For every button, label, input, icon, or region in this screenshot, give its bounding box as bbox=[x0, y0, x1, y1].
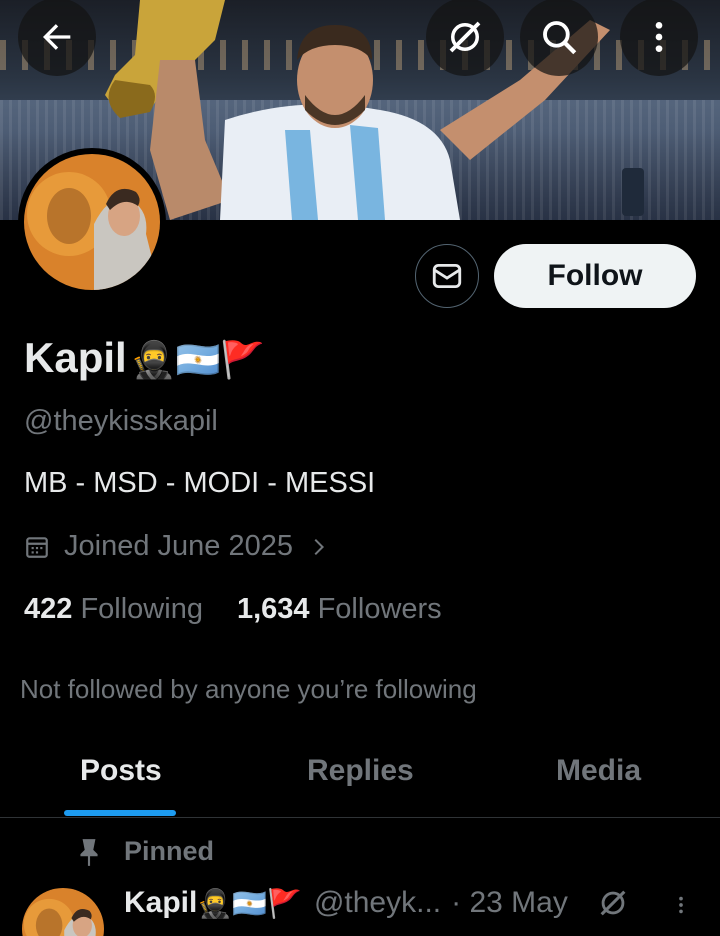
more-vertical-icon bbox=[655, 22, 663, 52]
profile-name-text: Kapil bbox=[24, 334, 127, 381]
post-author-handle[interactable]: @theyk... bbox=[314, 886, 441, 920]
follow-button[interactable]: Follow bbox=[494, 244, 696, 308]
profile-handle: @theykisskapil bbox=[24, 405, 218, 437]
more-vertical-icon bbox=[679, 896, 683, 914]
message-button[interactable] bbox=[415, 244, 479, 308]
post-date[interactable]: · 23 May bbox=[451, 886, 568, 920]
avatar-image bbox=[24, 154, 160, 290]
envelope-icon bbox=[432, 263, 462, 289]
pinned-label: Pinned bbox=[124, 836, 215, 866]
back-button[interactable] bbox=[18, 0, 96, 76]
profile-bio: MB - MSD - MODI - MESSI bbox=[24, 467, 376, 499]
tab-media[interactable]: Media bbox=[556, 754, 641, 788]
post-header: Kapil 🥷🇦🇷🚩 @theyk... · 23 May bbox=[124, 886, 568, 920]
followers-count: 1,634 bbox=[236, 593, 310, 625]
followers-stat[interactable]: 1,634 Followers bbox=[237, 593, 442, 626]
following-stat[interactable]: 422 Following bbox=[24, 593, 203, 626]
not-followed-notice: Not followed by anyone you’re following bbox=[20, 674, 477, 704]
following-count: 422 bbox=[24, 593, 73, 625]
grok-icon bbox=[449, 21, 481, 53]
grok-button[interactable] bbox=[426, 0, 504, 76]
tab-posts[interactable]: Posts bbox=[80, 754, 162, 788]
follow-stats: 422 Following 1,634 Followers bbox=[24, 593, 442, 626]
tab-replies[interactable]: Replies bbox=[307, 754, 414, 788]
profile-name-emojis: 🥷🇦🇷🚩 bbox=[130, 339, 266, 380]
followers-label: Followers bbox=[317, 593, 442, 625]
following-label: Following bbox=[80, 593, 203, 625]
pin-icon bbox=[80, 838, 98, 866]
profile-tabs: Posts Replies Media bbox=[0, 730, 720, 818]
search-button[interactable] bbox=[520, 0, 598, 76]
profile-name: Kapil 🥷🇦🇷🚩 bbox=[24, 334, 265, 382]
calendar-icon bbox=[26, 536, 48, 558]
post-avatar-image bbox=[22, 888, 104, 936]
post-author-emojis: 🥷🇦🇷🚩 bbox=[197, 887, 302, 919]
more-options-button[interactable] bbox=[620, 0, 698, 76]
chevron-right-icon bbox=[314, 538, 324, 555]
arrow-left-icon bbox=[43, 24, 71, 50]
active-tab-indicator bbox=[64, 810, 176, 816]
joined-date-row[interactable]: Joined June 2025 bbox=[24, 530, 329, 563]
pinned-indicator: Pinned bbox=[76, 836, 214, 867]
search-icon bbox=[543, 21, 577, 55]
post-more-button[interactable] bbox=[670, 890, 692, 925]
grok-icon bbox=[600, 890, 626, 916]
post-author-avatar[interactable] bbox=[22, 888, 104, 936]
profile-avatar[interactable] bbox=[18, 148, 166, 296]
post-grok-button[interactable] bbox=[596, 886, 630, 925]
joined-date-text: Joined June 2025 bbox=[64, 530, 293, 562]
post-author-name[interactable]: Kapil bbox=[124, 886, 197, 920]
